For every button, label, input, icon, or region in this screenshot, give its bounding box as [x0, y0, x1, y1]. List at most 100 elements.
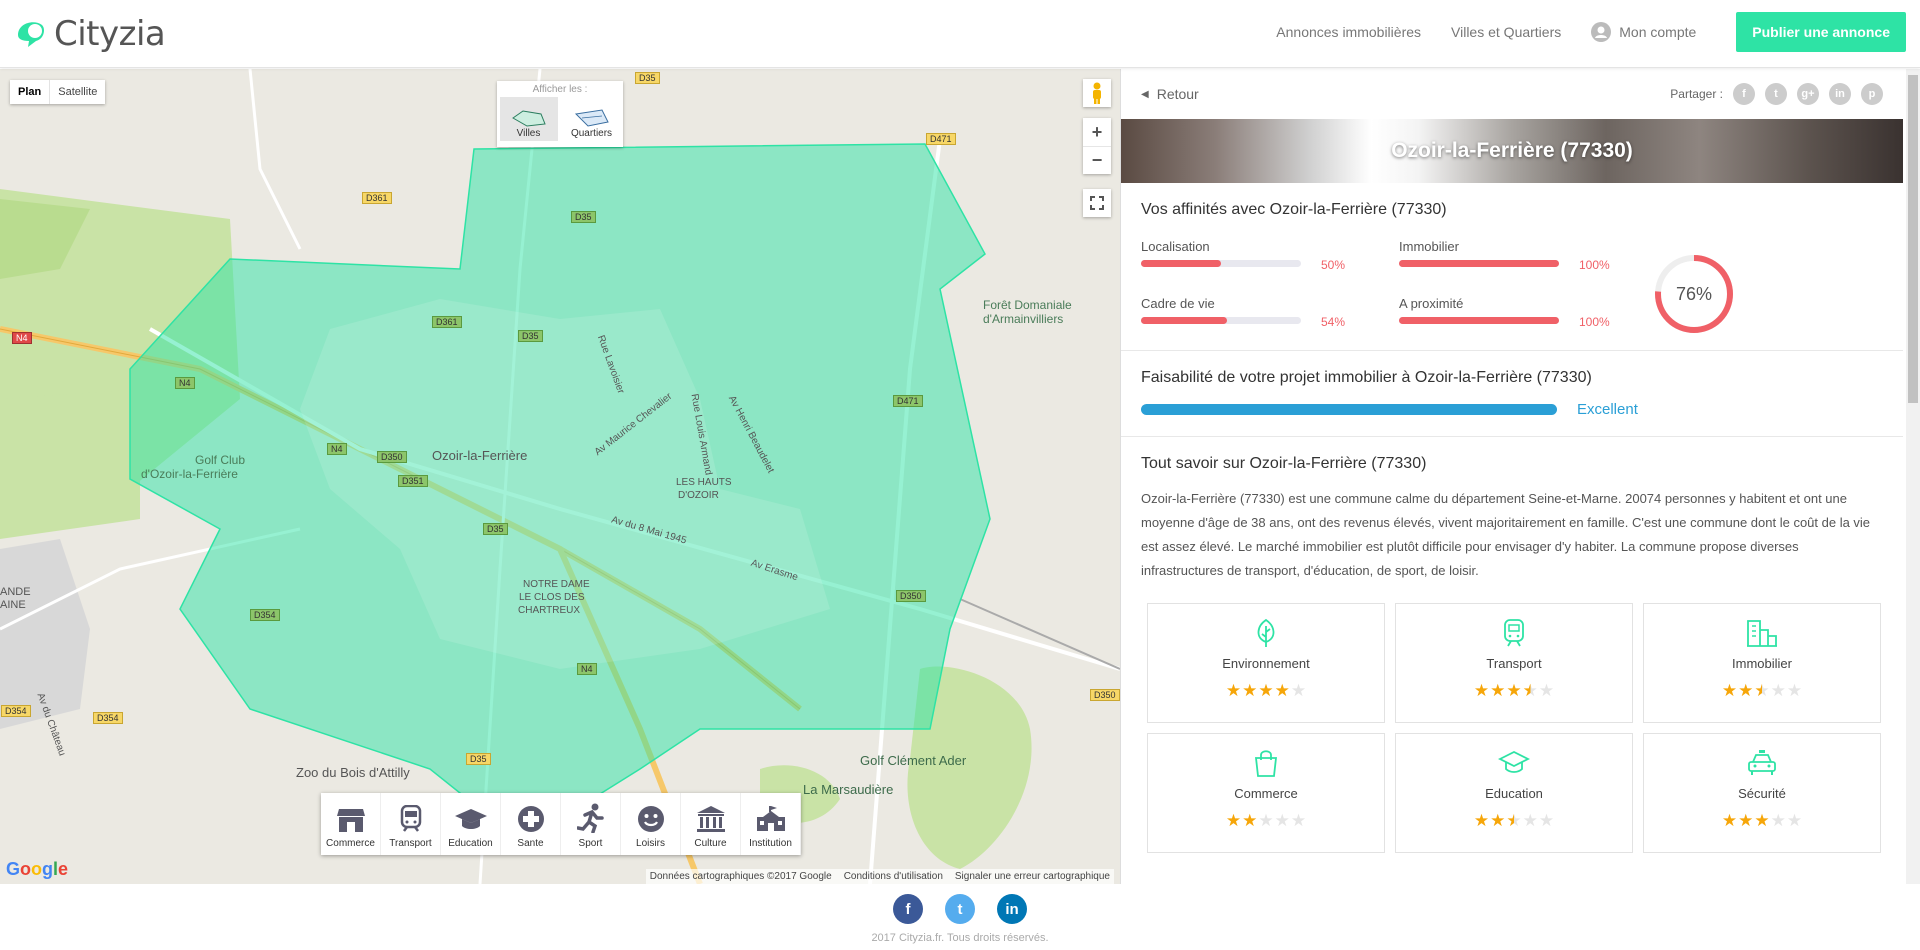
road-tag: D354: [250, 609, 280, 621]
poi-transport-button[interactable]: Transport: [381, 793, 441, 855]
card-education[interactable]: Education ★ ★ ★ ★ ★: [1395, 733, 1633, 853]
layer-quartiers-button[interactable]: Quartiers: [563, 97, 621, 141]
chevron-left-icon: ◀: [1141, 88, 1149, 100]
city-detail-panel: ◀ Retour Partager : f t g+ in p Ozoir-la…: [1120, 69, 1903, 884]
map-label-forest: Forêt Domaniale: [983, 298, 1072, 312]
about-text: Ozoir-la-Ferrière (77330) est une commun…: [1141, 491, 1871, 578]
nav-villes-quartiers[interactable]: Villes et Quartiers: [1451, 24, 1561, 40]
road-tag: D471: [926, 133, 956, 145]
footer-socials: f t in: [0, 884, 1920, 924]
zoom-in-button[interactable]: +: [1092, 118, 1103, 146]
card-title: Education: [1485, 786, 1543, 801]
zoom-out-button[interactable]: −: [1083, 146, 1111, 174]
train-icon: [1504, 619, 1524, 647]
back-button[interactable]: ◀ Retour: [1141, 86, 1199, 102]
road-tag: D350: [1090, 689, 1120, 701]
site-header: Cityzia Annonces immobilières Villes et …: [0, 0, 1920, 68]
road-tag: N4: [12, 332, 32, 344]
map-label-notre-dame: NOTRE DAME: [523, 579, 590, 590]
star-icon: ★: [1274, 681, 1290, 700]
road-tag: N4: [175, 377, 195, 389]
map-terms-link[interactable]: Conditions d'utilisation: [844, 871, 943, 882]
map-type-satellite[interactable]: Satellite: [50, 80, 105, 104]
fullscreen-button[interactable]: [1083, 189, 1111, 217]
star-icon: ★: [1786, 681, 1803, 700]
pegman-icon: [1093, 82, 1101, 104]
publish-button[interactable]: Publier une annonce: [1736, 12, 1906, 52]
poi-culture-button[interactable]: Culture: [681, 793, 741, 855]
star-icon: ★: [1473, 681, 1490, 700]
affinity-label: Immobilier: [1399, 239, 1459, 254]
poi-sante-button[interactable]: Sante: [501, 793, 561, 855]
map-label-forest2: d'Armainvilliers: [983, 312, 1064, 326]
star-icon: ★: [1770, 681, 1786, 700]
layer-selector-title: Afficher les :: [532, 84, 588, 95]
poi-toolbar: Commerce Transport Education Sante Sport…: [321, 793, 801, 855]
affinity-pct: 54%: [1321, 315, 1346, 329]
road-tag: D351: [398, 475, 428, 487]
card-securite[interactable]: Sécurité ★ ★ ★ ★ ★: [1643, 733, 1881, 853]
road-tag: D35: [571, 211, 596, 223]
city-shape-icon: [511, 110, 546, 127]
poi-commerce-button[interactable]: Commerce: [321, 793, 381, 855]
linkedin-icon[interactable]: in: [997, 894, 1027, 924]
card-stars: ★ ★ ★ ★ ★: [1722, 681, 1802, 701]
road-tag: D350: [896, 590, 926, 602]
road-tag: D354: [93, 712, 123, 724]
map-label-hauts2: D'OZOIR: [678, 490, 719, 501]
nav-annonces[interactable]: Annonces immobilières: [1276, 24, 1421, 40]
map-view[interactable]: Ozoir-la-Ferrière Forêt Domaniale d'Arma…: [0, 69, 1120, 884]
street-view-pegman[interactable]: [1083, 79, 1111, 107]
museum-icon: [696, 806, 725, 832]
panel-scrollbar[interactable]: [1906, 69, 1920, 884]
feasibility-section: Faisabilité de votre projet immobilier à…: [1121, 351, 1903, 437]
facebook-icon[interactable]: f: [1733, 83, 1755, 105]
twitter-icon[interactable]: t: [945, 894, 975, 924]
poi-transport-label: Transport: [389, 838, 432, 849]
card-title: Transport: [1486, 656, 1542, 671]
star-icon: ★: [1738, 681, 1754, 700]
map-report-link[interactable]: Signaler une erreur cartographique: [955, 871, 1110, 882]
police-car-icon: [1748, 750, 1776, 775]
share-label: Partager :: [1670, 87, 1723, 101]
road-tag: D35: [466, 753, 491, 765]
road-tag: N4: [577, 663, 597, 675]
star-icon: ★: [1242, 811, 1258, 830]
poi-loisirs-button[interactable]: Loisirs: [621, 793, 681, 855]
about-section: Tout savoir sur Ozoir-la-Ferrière (77330…: [1121, 437, 1903, 603]
layer-villes-button[interactable]: Villes: [499, 97, 558, 141]
affinity-track: [1141, 317, 1301, 324]
card-environnement[interactable]: Environnement ★ ★ ★ ★ ★: [1147, 603, 1385, 723]
road-tag: D35: [483, 523, 508, 535]
card-immobilier[interactable]: Immobilier ★ ★ ★ ★ ★: [1643, 603, 1881, 723]
google-logo[interactable]: Google: [6, 859, 68, 880]
poi-institution-label: Institution: [749, 838, 792, 849]
linkedin-icon[interactable]: in: [1829, 83, 1851, 105]
account-link[interactable]: Mon compte: [1591, 22, 1696, 42]
star-icon: ★: [1522, 811, 1538, 830]
logo[interactable]: Cityzia: [14, 14, 166, 54]
cityzia-logo-icon: [18, 22, 44, 47]
twitter-icon[interactable]: t: [1765, 83, 1787, 105]
map-data-credit: Données cartographiques ©2017 Google: [649, 871, 832, 882]
card-stars: ★ ★ ★ ★ ★: [1474, 811, 1554, 831]
affinity-cadre-de-vie: Cadre de vie 54%: [1141, 296, 1401, 329]
facebook-icon[interactable]: f: [893, 894, 923, 924]
poi-education-button[interactable]: Education: [441, 793, 501, 855]
road-tag: D35: [518, 330, 543, 342]
affinity-localisation: Localisation 50%: [1141, 239, 1401, 272]
scrollbar-thumb[interactable]: [1908, 75, 1918, 403]
affinity-label: Cadre de vie: [1141, 296, 1215, 311]
map-label-notre-dame2: LE CLOS DES: [519, 592, 585, 603]
poi-sport-button[interactable]: Sport: [561, 793, 621, 855]
card-commerce[interactable]: Commerce ★ ★ ★ ★ ★: [1147, 733, 1385, 853]
road-tag: D361: [362, 192, 392, 204]
pinterest-icon[interactable]: p: [1861, 83, 1883, 105]
site-footer: f t in 2017 Cityzia.fr. Tous droits rése…: [0, 884, 1920, 950]
star-icon: ★: [1473, 811, 1490, 830]
google-plus-icon[interactable]: g+: [1797, 83, 1819, 105]
about-title: Tout savoir sur Ozoir-la-Ferrière (77330…: [1141, 455, 1427, 472]
map-type-plan[interactable]: Plan: [10, 80, 51, 104]
poi-institution-button[interactable]: Institution: [741, 793, 801, 855]
card-transport[interactable]: Transport ★ ★ ★ ★ ★: [1395, 603, 1633, 723]
